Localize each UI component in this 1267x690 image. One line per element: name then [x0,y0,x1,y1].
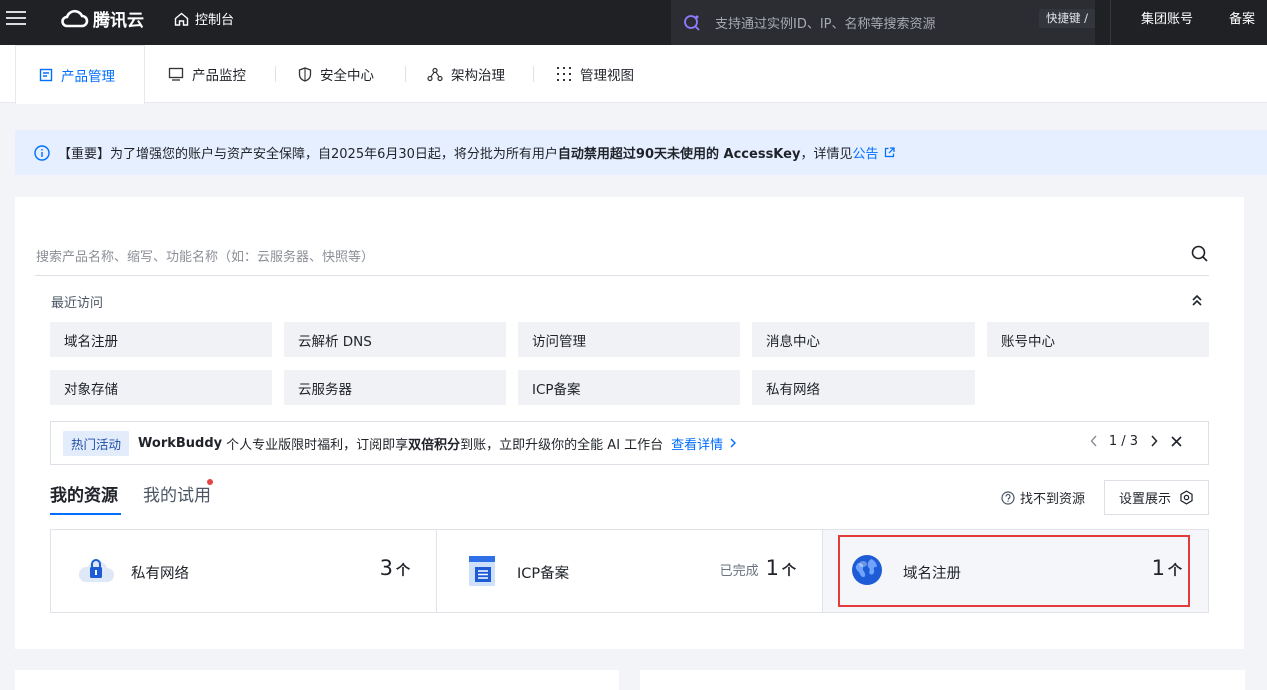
cloud-logo-icon [61,9,89,27]
menu-icon[interactable] [6,8,26,26]
tab-label: 产品监控 [192,68,246,84]
brand-name: 腾讯云 [93,11,144,31]
promo-brand: WorkBuddy [138,435,223,451]
recent-item[interactable]: 对象存储 [50,370,272,405]
promo-pager: 1 / 3 [1108,434,1138,449]
notice-text-2: ，详情见 [800,147,853,162]
tab-my-trials[interactable]: 我的试用 [143,481,211,506]
promo-banner: 热门活动 WorkBuddy 个人专业版限时福利，订阅即享 双倍积分 到账，立即升级… [50,421,1209,465]
global-search-input[interactable]: 支持通过实例ID、IP、名称等搜索资源 [671,0,1095,45]
promo-text-2: 到账，立即升级你的全能 AI 工作台 [460,437,664,453]
console-link[interactable]: 控制台 [174,9,234,28]
gear-icon [1180,490,1193,505]
recent-item[interactable]: 域名注册 [50,322,272,357]
divider [405,66,406,82]
tab-management-view[interactable]: 管理视图 [556,45,634,103]
product-search-input[interactable]: 搜索产品名称、缩写、功能名称（如：云服务器、快照等） [35,232,1209,276]
external-link-icon[interactable] [884,147,896,158]
card-count: 3 个 [380,556,410,580]
monitor-icon [168,67,184,81]
recent-item[interactable]: 云解析 DNS [284,322,506,357]
icp-document-icon [469,556,495,586]
divider [533,66,534,82]
card-count: 已完成 1 个 [720,556,796,580]
hot-activity-badge: 热门活动 [63,430,130,456]
close-icon[interactable] [1171,436,1182,447]
prev-chevron-icon[interactable] [1090,435,1098,447]
recent-item[interactable]: 访问管理 [518,322,740,357]
bottom-card [15,670,619,690]
next-chevron-icon[interactable] [1150,435,1158,447]
count-value: 3 [379,556,393,580]
recent-visits-label: 最近访问 [51,296,104,311]
cannot-find-resource-link[interactable]: 找不到资源 [1001,488,1085,507]
tab-label: 产品管理 [61,69,115,85]
brand-logo[interactable]: 腾讯云 [59,6,144,31]
help-icon [1001,490,1015,505]
tab-architecture-governance[interactable]: 架构治理 [427,45,505,103]
tab-product-management[interactable]: 产品管理 [15,45,145,104]
recent-item[interactable]: 账号中心 [987,322,1209,357]
completed-label: 已完成 [719,564,759,579]
active-tab-indicator [50,513,121,515]
recent-item[interactable]: ICP备案 [518,370,740,405]
document-icon [39,68,53,82]
product-search-placeholder: 搜索产品名称、缩写、功能名称（如：云服务器、快照等） [36,250,375,265]
announcement-link[interactable]: 公告 [852,143,878,162]
notice-prefix: 【重要】 [58,147,111,162]
count-unit: 个 [396,563,410,579]
vpc-cloud-lock-icon [78,559,114,582]
count-value: 1 [765,556,779,580]
main-tabs: 产品管理 产品监控 安全中心 架构治理 管理视图 [0,45,1267,104]
collapse-up-icon[interactable] [1191,294,1203,306]
global-search-placeholder: 支持通过实例ID、IP、名称等搜索资源 [715,17,936,32]
not-found-label: 找不到资源 [1020,492,1086,507]
tab-label: 架构治理 [451,68,505,84]
tab-security-center[interactable]: 安全中心 [298,45,374,103]
shield-icon [298,66,312,82]
console-label: 控制台 [195,13,235,28]
architecture-icon [427,67,443,81]
settings-label: 设置展示 [1118,492,1171,507]
resource-card-vpc[interactable]: 私有网络 3 个 [51,530,437,612]
divider [1110,0,1111,45]
resource-card-icp[interactable]: ICP备案 已完成 1 个 [437,530,823,612]
tab-label: 安全中心 [320,68,374,84]
display-settings-button[interactable]: 设置展示 [1104,480,1209,515]
tab-product-monitoring[interactable]: 产品监控 [168,45,246,103]
count-unit: 个 [782,563,796,579]
filing-link[interactable]: 备案 [1229,8,1255,27]
notice-text: 为了增强您的账户与资产安全保障，自2025年6月30日起，将分批为所有用户 [110,147,558,162]
home-icon [174,12,189,26]
search-icon[interactable] [1191,245,1208,262]
tab-my-resources[interactable]: 我的资源 [50,481,118,506]
bottom-card [640,670,1245,690]
security-notice-banner: 【重要】 为了增强您的账户与资产安全保障，自2025年6月30日起，将分批为所有用… [15,130,1267,175]
group-account-link[interactable]: 集团账号 [1141,8,1193,27]
promo-bold: 双倍积分 [408,437,461,453]
ai-search-icon [684,14,700,31]
view-details-link[interactable]: 查看详情 [671,434,723,453]
info-icon [34,144,50,161]
shortcut-hint: 快捷键 / [1039,9,1096,28]
divider [275,66,276,82]
card-name: 私有网络 [131,566,189,582]
card-name: ICP备案 [517,566,570,582]
highlight-box [838,535,1190,607]
new-dot-badge [207,479,213,485]
top-navigation-bar: 腾讯云 控制台 支持通过实例ID、IP、名称等搜索资源 快捷键 / 集团账号 备… [0,0,1267,45]
recent-item[interactable]: 消息中心 [752,322,975,357]
chevron-right-icon[interactable] [729,438,737,448]
notice-bold: 自动禁用超过90天未使用的 AccessKey [557,147,801,162]
recent-item[interactable]: 私有网络 [752,370,975,405]
promo-text: 个人专业版限时福利，订阅即享 [226,437,409,453]
recent-item[interactable]: 云服务器 [284,370,506,405]
grid-dots-icon [557,67,571,81]
tab-label: 管理视图 [580,68,634,84]
